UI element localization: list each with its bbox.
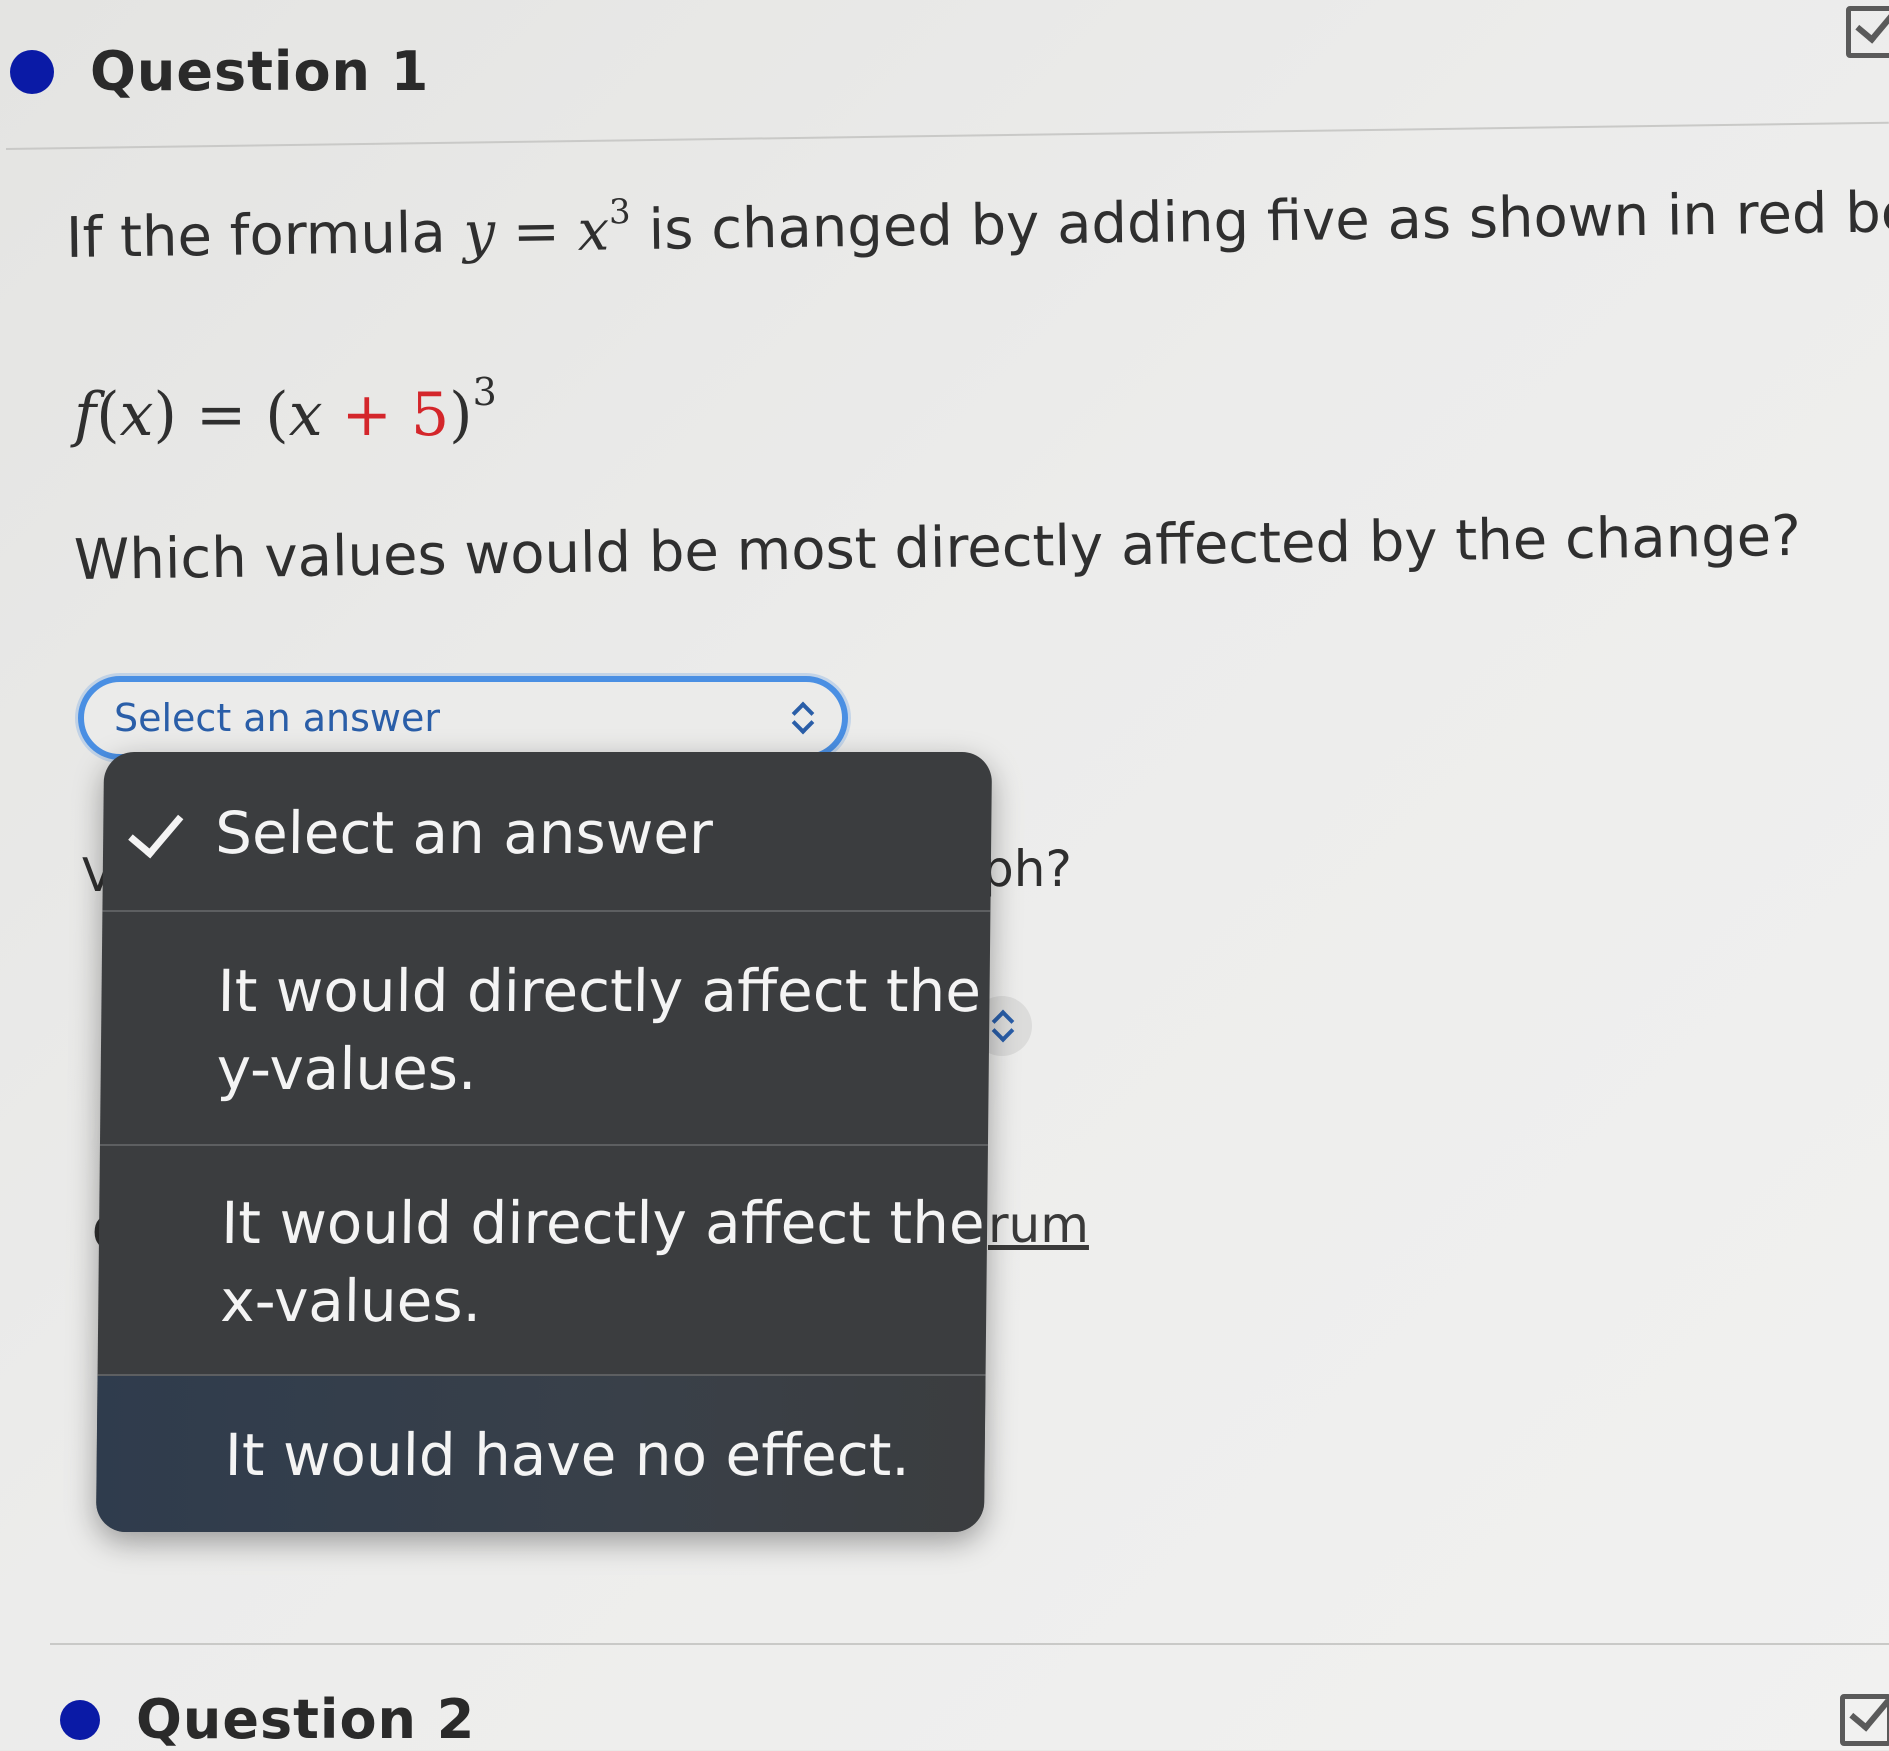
- prompt-text-after: is changed by adding five as shown in re…: [630, 178, 1889, 264]
- math-x: x: [577, 198, 610, 264]
- updown-chevron-icon: [790, 700, 814, 736]
- formula-close: ): [449, 380, 473, 450]
- answer-select[interactable]: Select an answer: [78, 676, 848, 760]
- menu-separator: [102, 910, 991, 912]
- bullet-dot-icon: [60, 1699, 100, 1740]
- formula: f(x) = (x + 5)3: [74, 370, 497, 450]
- question-2-title: Question 2: [136, 1688, 476, 1751]
- quiz-page: Question 1 If the formula y = x3 is chan…: [0, 0, 1889, 1751]
- formula-equals: ) = (: [153, 380, 289, 450]
- menu-option-label-line2: x-values.: [219, 1267, 482, 1335]
- question-1-header: Question 1: [10, 40, 429, 103]
- checkbox-icon[interactable]: [1846, 6, 1889, 58]
- menu-option-x-values[interactable]: It would directly affect the x-values.: [98, 1184, 988, 1340]
- menu-option-label-line2: y-values.: [216, 1035, 477, 1103]
- bullet-dot-icon: [10, 49, 54, 94]
- checkmark-icon: [128, 800, 184, 859]
- menu-option-label: It would directly affect the: [220, 1189, 985, 1257]
- formula-exponent: 3: [472, 370, 497, 414]
- math-y: y: [463, 200, 496, 266]
- prompt-text-before: If the formula: [65, 200, 464, 271]
- menu-separator: [97, 1374, 986, 1376]
- formula-x2: x: [288, 380, 323, 450]
- question-1-title: Question 1: [90, 40, 430, 103]
- menu-option-label: Select an answer: [214, 799, 714, 867]
- menu-separator: [99, 1144, 988, 1146]
- formula-x: x: [119, 380, 154, 450]
- menu-option-y-values[interactable]: It would directly affect the y-values.: [100, 952, 990, 1108]
- question-2-header: Question 2: [60, 1688, 475, 1751]
- formula-f: f: [74, 380, 97, 450]
- formula-paren-open: (: [96, 380, 120, 450]
- question-prompt: If the formula y = x3 is changed by addi…: [66, 173, 1889, 271]
- divider: [5, 121, 1889, 150]
- formula-added-term: + 5: [322, 380, 450, 450]
- menu-option-select-an-answer[interactable]: Select an answer: [103, 794, 992, 872]
- hidden-text-fragment: ph?: [982, 840, 1072, 898]
- forum-link-fragment[interactable]: rum: [988, 1196, 1089, 1254]
- updown-chevron-icon: [990, 1008, 1014, 1044]
- menu-option-label: It would have no effect.: [224, 1421, 911, 1489]
- question-text: Which values would be most directly affe…: [73, 503, 1802, 593]
- answer-select-value: Select an answer: [114, 696, 441, 740]
- math-exponent: 3: [608, 192, 631, 233]
- checkbox-icon[interactable]: [1840, 1694, 1889, 1746]
- answer-dropdown-menu: Select an answer It would directly affec…: [95, 752, 993, 1532]
- menu-option-label: It would directly affect the: [217, 957, 982, 1025]
- menu-option-no-effect[interactable]: It would have no effect.: [96, 1416, 985, 1494]
- math-equals: =: [494, 198, 579, 266]
- divider: [50, 1643, 1889, 1645]
